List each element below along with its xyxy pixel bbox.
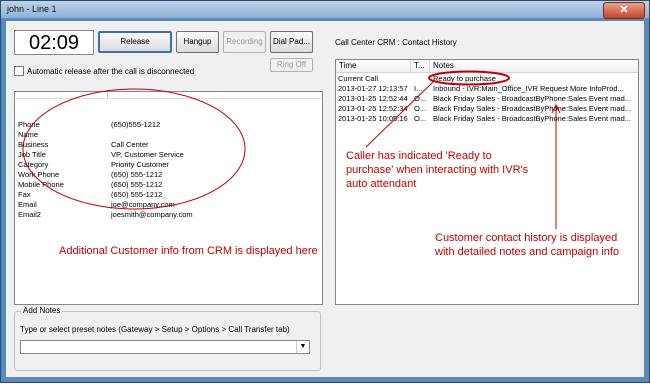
annotation-ready: Caller has indicated 'Ready to purchase'… (346, 150, 529, 190)
customer-info-ellipse (22, 88, 246, 210)
ready-ellipse (428, 70, 510, 86)
annotation-history: Customer contact history is displayed wi… (435, 232, 620, 258)
annotation-overlay (22, 70, 561, 229)
ready-pointer (365, 81, 434, 148)
call-window: john - Line 1 ✕ 02:09 Release Hangup Rec… (0, 0, 650, 383)
annotation-customer-info: Additional Customer info from CRM is dis… (59, 245, 318, 257)
